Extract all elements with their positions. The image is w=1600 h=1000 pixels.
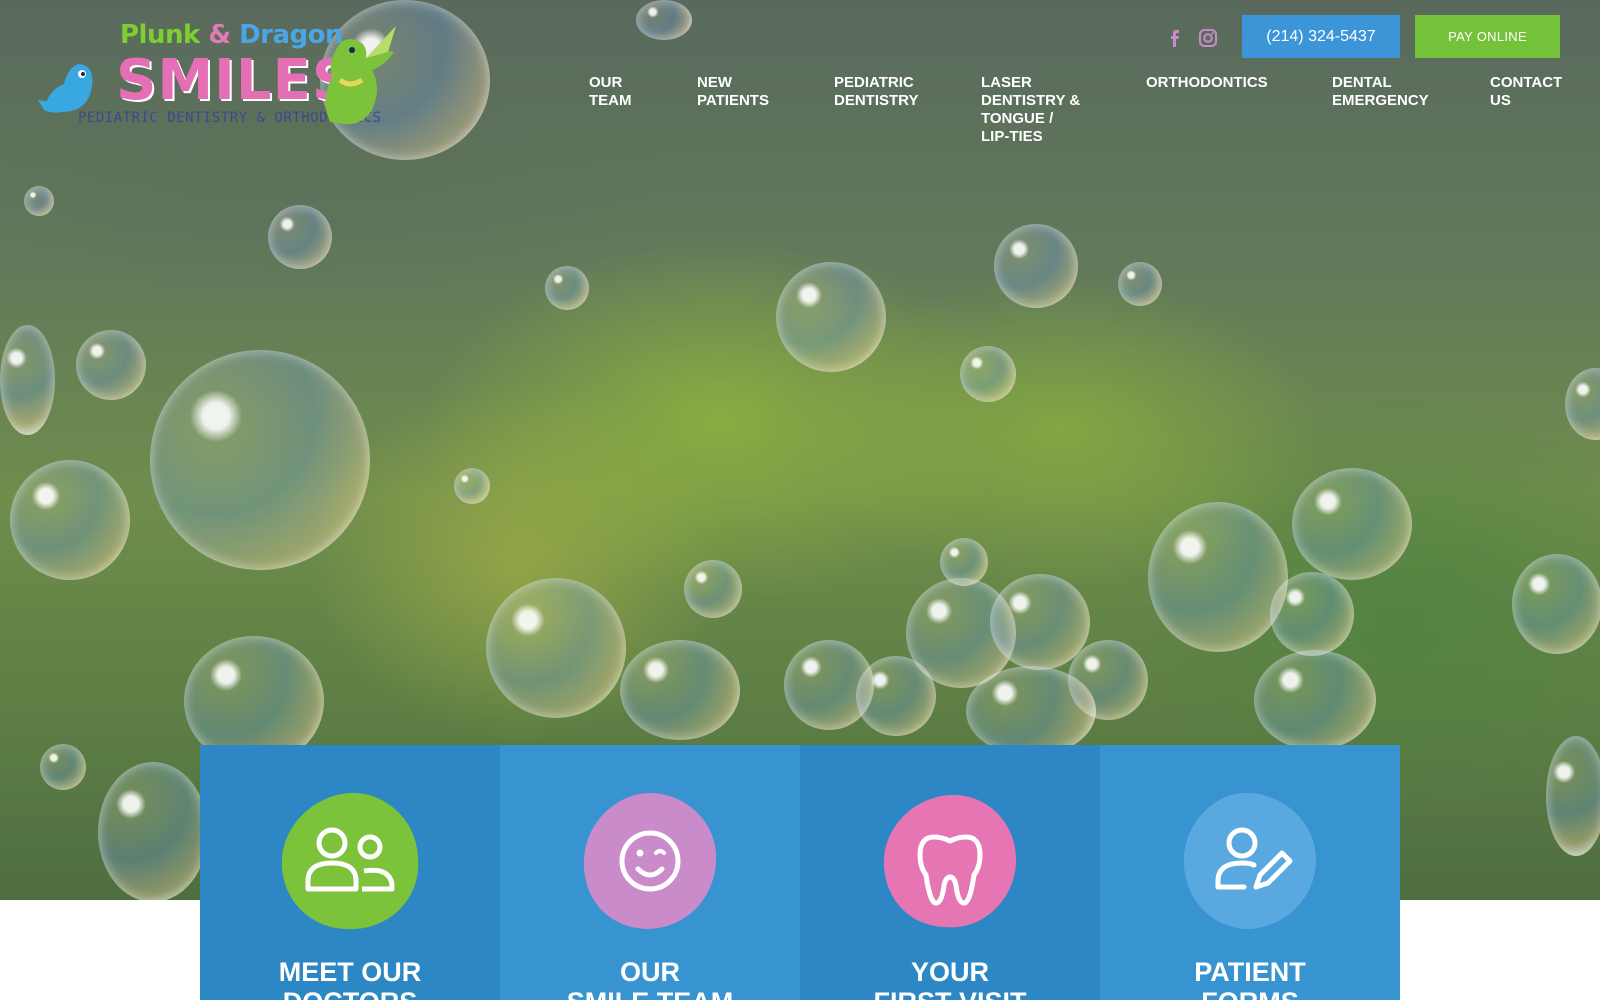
card-your-first-visit[interactable]: YOUR FIRST VISIT [800,745,1100,1000]
bubble [1292,468,1412,580]
bubble [1254,650,1376,750]
dragon-mascot-icon [325,26,396,125]
card-patient-forms[interactable]: PATIENT FORMS [1100,745,1400,1000]
bubble [684,560,742,618]
card-our-smile-team[interactable]: OUR SMILE TEAM [500,745,800,1000]
bubble [10,460,130,580]
bubble [1118,262,1162,306]
site-logo[interactable]: Plunk & Dragon SMILES PEDIATRIC DENTISTR… [38,14,398,134]
card-title: PATIENT FORMS [1194,957,1306,1000]
bubble [40,744,86,790]
nav-item-pediatric-dentistry[interactable]: PEDIATRIC DENTISTRY [834,74,918,110]
bubble [24,186,54,216]
bubble [960,346,1016,402]
bubble [1565,368,1600,440]
tooth-icon [883,794,1017,928]
user-edit-icon [1183,792,1317,929]
nav-item-new-patients[interactable]: NEW PATIENTS [697,74,769,110]
nav-item-orthodontics[interactable]: ORTHODONTICS [1146,74,1268,92]
nav-item-laser-dentistry[interactable]: LASER DENTISTRY & TONGUE / LIP-TIES [981,74,1080,146]
instagram-icon[interactable] [1196,26,1220,50]
bubble [994,224,1078,308]
users-icon [281,792,419,930]
feature-cards: MEET OUR DOCTORS OUR SMILE TEAM YOUR FIR… [200,745,1400,1000]
card-title: OUR SMILE TEAM [567,957,734,1000]
bubble [940,538,988,586]
bubble [545,266,589,310]
nav-item-contact-us[interactable]: CONTACT US [1490,74,1562,110]
bubble [1546,736,1600,856]
bubble [776,262,886,372]
bubble [486,578,626,718]
bubble [1512,554,1600,654]
bubble [454,468,490,504]
nav-item-dental-emergency[interactable]: DENTAL EMERGENCY [1332,74,1429,110]
bubble [268,205,332,269]
pay-online-button[interactable]: PAY ONLINE [1415,15,1560,58]
logo-word-plunk: Plunk [120,20,200,50]
bubble [636,0,692,40]
card-title: YOUR FIRST VISIT [873,957,1026,1000]
nav-item-our-team[interactable]: OUR TEAM [589,74,632,110]
bubble [620,640,740,740]
bubble [98,762,208,900]
bubble [0,325,55,435]
wink-smiley-icon [583,793,717,929]
bubble [1148,502,1288,652]
bubble [76,330,146,400]
logo-ampersand: & [208,20,231,50]
bubble [150,350,370,570]
bubble [1270,572,1354,656]
phone-button[interactable]: (214) 324-5437 [1242,15,1400,58]
card-meet-our-doctors[interactable]: MEET OUR DOCTORS [200,745,500,1000]
bubble [966,666,1096,756]
card-title: MEET OUR DOCTORS [278,957,422,1000]
facebook-icon[interactable] [1162,26,1186,50]
